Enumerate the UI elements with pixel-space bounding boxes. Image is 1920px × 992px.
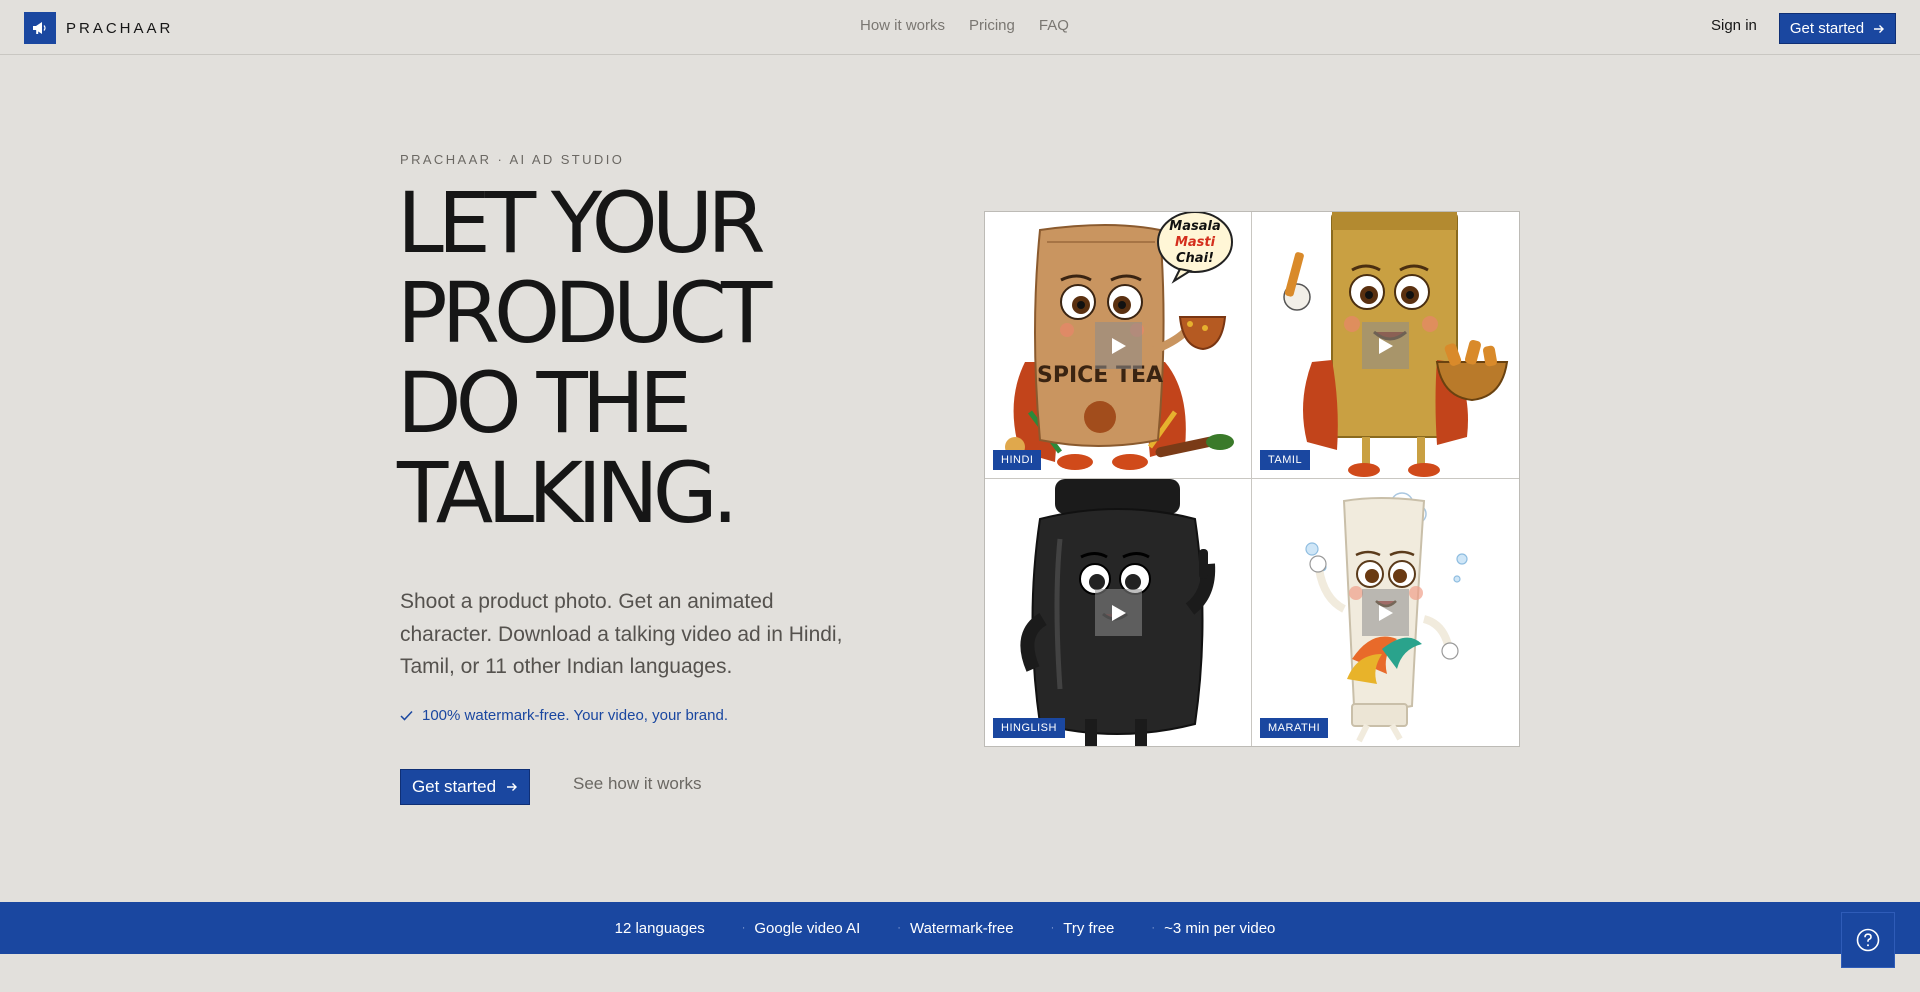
header-get-started-label: Get started <box>1789 20 1865 37</box>
language-badge-tamil: TAMIL <box>1260 450 1311 470</box>
watermark-note: 100% watermark-free. Your video, your br… <box>400 707 728 724</box>
feature-band: 12 languages · Google video AI · Waterma… <box>0 902 1920 954</box>
play-button[interactable] <box>1095 589 1142 636</box>
separator-dot: · <box>741 922 746 934</box>
help-button[interactable] <box>1841 912 1895 968</box>
primary-nav: How it works Pricing FAQ <box>860 17 1069 34</box>
question-circle-icon <box>1856 928 1880 952</box>
hero-eyebrow: PRACHAAR · AI AD STUDIO <box>400 152 625 167</box>
hero-get-started-button[interactable]: Get started <box>400 769 530 805</box>
brand-name: PRACHAAR <box>66 19 174 37</box>
nav-link-pricing[interactable]: Pricing <box>969 17 1015 34</box>
bubble-line-2: Masti <box>1175 235 1216 250</box>
headline-line-2: PRODUCT <box>397 264 772 362</box>
bubble-line-3: Chai! <box>1176 251 1214 266</box>
headline-line-4: TALKING. <box>397 444 739 542</box>
feature-item: Google video AI <box>754 919 861 937</box>
hero-get-started-label: Get started <box>411 777 497 796</box>
feature-item: ~3 min per video <box>1164 919 1276 937</box>
see-how-it-works-link[interactable]: See how it works <box>573 774 702 794</box>
headline-line-3: DO THE <box>397 354 692 452</box>
play-icon <box>1111 337 1126 354</box>
play-icon <box>1378 604 1393 621</box>
checkmark-icon <box>400 710 413 721</box>
nav-link-faq[interactable]: FAQ <box>1039 17 1069 34</box>
watermark-note-text: 100% watermark-free. Your video, your br… <box>422 707 728 724</box>
video-card-hindi[interactable]: SPICE TEA Masala Masti Chai! HINDI <box>985 212 1252 479</box>
sign-in-link[interactable]: Sign in <box>1711 17 1757 34</box>
video-card-marathi[interactable]: MARATHI <box>1252 479 1519 746</box>
play-icon <box>1111 604 1126 621</box>
sample-video-grid: SPICE TEA Masala Masti Chai! HINDI TAMIL… <box>984 211 1520 747</box>
separator-dot: · <box>1050 922 1055 934</box>
brand-logo[interactable]: PRACHAAR <box>24 12 173 44</box>
language-badge-hinglish: HINGLISH <box>993 718 1065 738</box>
language-badge-hindi: HINDI <box>993 450 1042 470</box>
separator-dot: · <box>1151 922 1156 934</box>
nav-link-how-it-works[interactable]: How it works <box>860 17 945 34</box>
feature-item: 12 languages <box>614 919 705 937</box>
top-navigation: PRACHAAR How it works Pricing FAQ Sign i… <box>0 0 1920 55</box>
hero-headline: LET YOUR PRODUCT DO THE TALKING. <box>397 178 917 538</box>
play-button[interactable] <box>1362 322 1409 369</box>
language-badge-marathi: MARATHI <box>1260 718 1329 738</box>
header-get-started-button[interactable]: Get started <box>1779 13 1896 44</box>
headline-line-1: LET YOUR <box>397 174 766 272</box>
video-card-tamil[interactable]: TAMIL <box>1252 212 1519 479</box>
feature-list: 12 languages · Google video AI · Waterma… <box>615 920 1276 937</box>
feature-item: Watermark-free <box>909 919 1014 937</box>
bubble-line-1: Masala <box>1169 219 1220 234</box>
feature-item: Try free <box>1063 919 1115 937</box>
play-button[interactable] <box>1362 589 1409 636</box>
arrow-right-icon <box>1874 24 1885 33</box>
hero-subcopy: Shoot a product photo. Get an animated c… <box>400 590 843 678</box>
play-icon <box>1378 337 1393 354</box>
play-button[interactable] <box>1095 322 1142 369</box>
separator-dot: · <box>897 922 901 934</box>
arrow-right-icon <box>507 783 518 791</box>
video-card-hinglish[interactable]: HINGLISH <box>985 479 1252 746</box>
megaphone-icon <box>24 12 56 44</box>
